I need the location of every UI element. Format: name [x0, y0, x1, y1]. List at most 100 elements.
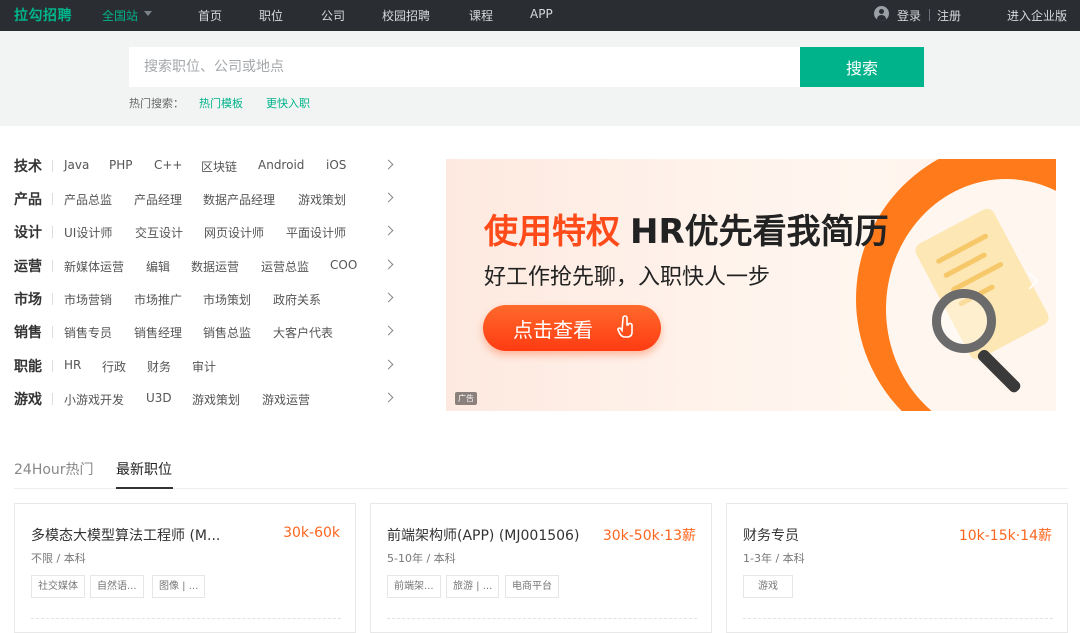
category-tag[interactable]: COO	[330, 258, 357, 272]
job-tag: 图像 | ...	[152, 575, 206, 598]
chevron-right-icon[interactable]	[383, 259, 394, 270]
category-tag[interactable]: 平面设计师	[286, 224, 346, 241]
category-tag[interactable]: 销售经理	[134, 324, 182, 341]
category-title: 技术	[14, 159, 42, 175]
category-tag[interactable]: 小游戏开发	[64, 391, 124, 408]
chevron-right-icon[interactable]	[383, 325, 394, 336]
category-row-design[interactable]: 设计 UI设计师 交互设计 网页设计师 平面设计师	[14, 221, 396, 243]
ad-badge: 广告	[455, 392, 477, 405]
chevron-right-icon[interactable]	[383, 159, 394, 170]
nav-home[interactable]: 首页	[198, 7, 222, 24]
category-tag[interactable]: 市场营销	[64, 291, 112, 308]
category-tag[interactable]: 政府关系	[273, 291, 321, 308]
banner-subline: 好工作抢先聊，入职快人一步	[484, 265, 771, 290]
chevron-down-icon[interactable]	[144, 11, 152, 16]
search-section: 搜索 热门搜索： 热门模板 更快入职	[0, 31, 1080, 126]
category-row-sales[interactable]: 销售 销售专员 销售经理 销售总监 大客户代表	[14, 321, 396, 343]
category-tag[interactable]: 产品总监	[64, 191, 112, 208]
job-salary: 30k-60k	[283, 525, 340, 541]
logo[interactable]: 拉勾招聘	[14, 5, 72, 25]
banner-cta-button[interactable]: 点击查看	[483, 305, 661, 351]
category-row-operations[interactable]: 运营 新媒体运营 编辑 数据运营 运营总监 COO	[14, 255, 396, 277]
banner-cta-label: 点击查看	[513, 318, 593, 342]
divider	[743, 618, 1053, 619]
category-tag[interactable]: 游戏运营	[262, 391, 310, 408]
divider	[52, 360, 53, 372]
category-title: 产品	[14, 192, 42, 208]
tab-latest-jobs[interactable]: 最新职位	[116, 459, 172, 479]
category-tag[interactable]: 市场推广	[134, 291, 182, 308]
nav-jobs[interactable]: 职位	[259, 7, 283, 24]
register-link[interactable]: 注册	[937, 7, 961, 24]
enterprise-link[interactable]: 进入企业版	[1007, 7, 1067, 24]
job-title[interactable]: 财务专员	[743, 525, 799, 545]
divider	[52, 226, 53, 238]
nav-courses[interactable]: 课程	[469, 7, 493, 24]
user-icon[interactable]	[874, 6, 889, 21]
nav-app[interactable]: APP	[530, 7, 553, 21]
category-tag[interactable]: UI设计师	[64, 224, 112, 241]
nav-campus[interactable]: 校园招聘	[382, 7, 430, 24]
search-button[interactable]: 搜索	[800, 47, 924, 87]
category-title: 市场	[14, 292, 42, 308]
chevron-right-icon[interactable]	[383, 359, 394, 370]
divider	[52, 260, 53, 272]
category-tag[interactable]: 销售专员	[64, 324, 112, 341]
tab-24hour-hot[interactable]: 24Hour热门	[14, 459, 94, 479]
category-tag[interactable]: 编辑	[146, 258, 170, 275]
category-tag[interactable]: Android	[258, 158, 304, 172]
category-tag[interactable]: U3D	[146, 391, 172, 405]
category-tag[interactable]: Java	[64, 158, 89, 172]
hot-search-label: 热门搜索：	[129, 97, 184, 110]
promo-banner[interactable]: 使用特权 HR优先看我简历 好工作抢先聊，入职快人一步 点击查看 广告	[446, 159, 1056, 411]
job-card[interactable]: 财务专员 10k-15k·14薪 1-3年 / 本科 游戏	[726, 503, 1068, 633]
category-row-games[interactable]: 游戏 小游戏开发 U3D 游戏策划 游戏运营	[14, 388, 396, 410]
category-tag[interactable]: C++	[154, 158, 183, 172]
category-tag[interactable]: 大客户代表	[273, 324, 333, 341]
category-tag[interactable]: 行政	[102, 358, 126, 375]
nav-companies[interactable]: 公司	[321, 7, 345, 24]
category-tag[interactable]: 新媒体运营	[64, 258, 124, 275]
city-selector[interactable]: 全国站	[102, 7, 138, 24]
category-row-tech[interactable]: 技术 Java PHP C++ 区块链 Android iOS	[14, 155, 396, 177]
category-tag[interactable]: 审计	[192, 358, 216, 375]
category-tag[interactable]: 网页设计师	[204, 224, 264, 241]
search-input[interactable]	[129, 47, 800, 87]
divider	[52, 293, 53, 305]
chevron-right-icon[interactable]	[383, 225, 394, 236]
category-tag[interactable]: 财务	[147, 358, 171, 375]
category-row-marketing[interactable]: 市场 市场营销 市场推广 市场策划 政府关系	[14, 288, 396, 310]
category-tag[interactable]: 产品经理	[134, 191, 182, 208]
job-title[interactable]: 多模态大模型算法工程师 (M...	[31, 525, 220, 545]
category-tag[interactable]: iOS	[326, 158, 346, 172]
chevron-right-icon[interactable]	[383, 192, 394, 203]
category-tag[interactable]: 交互设计	[135, 224, 183, 241]
divider	[52, 193, 53, 205]
job-salary: 30k-50k·13薪	[602, 528, 696, 544]
category-tag[interactable]: 市场策划	[203, 291, 251, 308]
hot-search-link[interactable]: 热门模板	[199, 95, 243, 111]
category-tag[interactable]: HR	[64, 358, 81, 372]
category-row-functions[interactable]: 职能 HR 行政 财务 审计	[14, 355, 396, 377]
job-card[interactable]: 前端架构师(APP) (MJ001506) 30k-50k·13薪 5-10年 …	[370, 503, 712, 633]
category-tag[interactable]: 游戏策划	[298, 191, 346, 208]
chevron-right-icon[interactable]	[383, 392, 394, 403]
category-tag[interactable]: 数据运营	[191, 258, 239, 275]
category-tag[interactable]: 数据产品经理	[203, 191, 275, 208]
job-card[interactable]: 多模态大模型算法工程师 (M... 30k-60k 不限 / 本科 社交媒体 自…	[14, 503, 356, 633]
category-title: 职能	[14, 359, 42, 375]
category-row-product[interactable]: 产品 产品总监 产品经理 数据产品经理 游戏策划	[14, 188, 396, 210]
login-link[interactable]: 登录	[897, 7, 921, 24]
category-tag[interactable]: 游戏策划	[192, 391, 240, 408]
category-tag[interactable]: 区块链	[201, 158, 237, 175]
chevron-right-icon[interactable]	[383, 292, 394, 303]
category-tag[interactable]: 销售总监	[203, 324, 251, 341]
job-tag: 社交媒体	[31, 575, 85, 598]
banner-headline: 使用特权 HR优先看我简历	[484, 204, 889, 253]
magnifier-icon	[932, 289, 996, 353]
hot-search-link[interactable]: 更快入职	[266, 95, 310, 111]
job-requirements: 不限 / 本科	[31, 552, 86, 565]
job-title[interactable]: 前端架构师(APP) (MJ001506)	[387, 525, 579, 545]
category-tag[interactable]: 运营总监	[261, 258, 309, 275]
category-tag[interactable]: PHP	[109, 158, 133, 172]
